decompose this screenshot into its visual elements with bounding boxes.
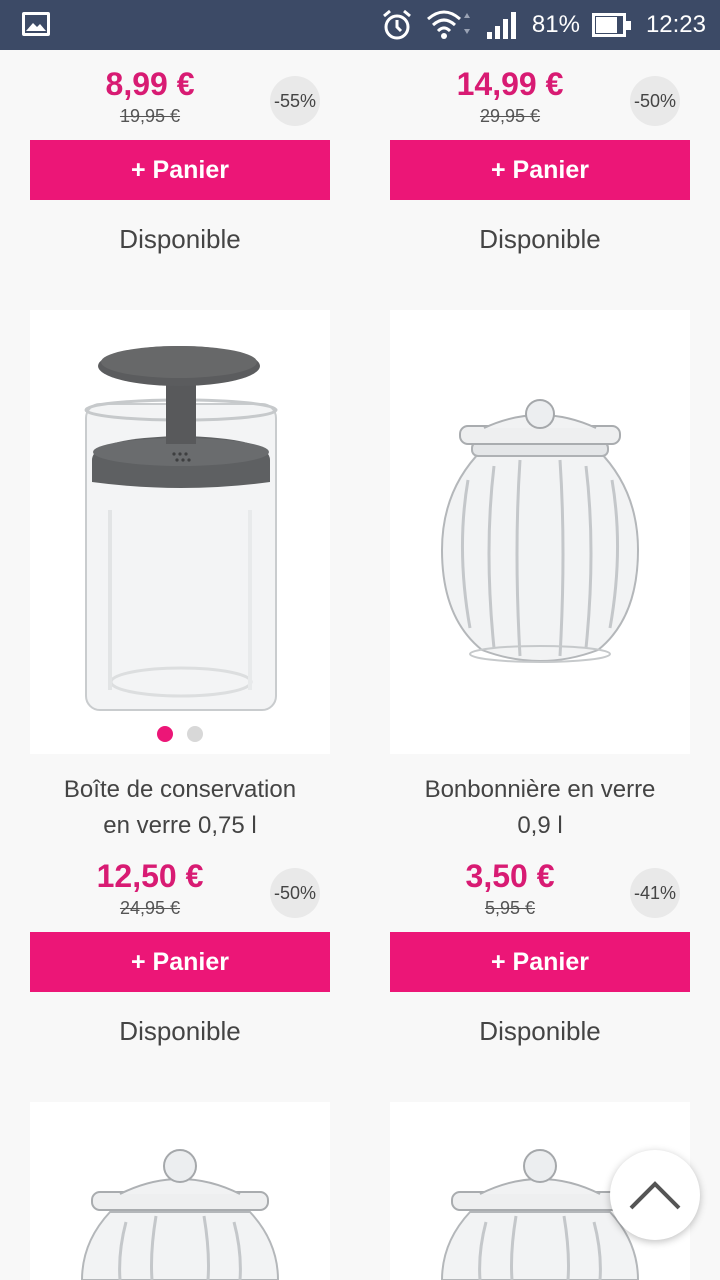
carousel-dot[interactable] <box>187 726 203 742</box>
product-name-line-1: Bonbonnière en verre <box>424 776 656 803</box>
product-old-price: 5,95 € <box>484 898 536 918</box>
discount-badge: -50% <box>630 76 680 126</box>
battery-fill <box>595 17 617 33</box>
discount-badge: -41% <box>630 868 680 918</box>
carousel-dot-active[interactable] <box>157 726 173 742</box>
availability-label: Disponible <box>119 1016 241 1046</box>
candy-jar-image <box>440 399 640 663</box>
product-name[interactable]: Boîte de conservation en verre 0,75 l <box>30 772 330 844</box>
product-price: 14,99 € <box>456 66 564 102</box>
product-image-card[interactable] <box>390 310 690 754</box>
product-old-price: 24,95 € <box>119 898 181 918</box>
add-to-cart-button[interactable]: + Panier <box>30 932 330 992</box>
product-old-price: 29,95 € <box>479 106 541 126</box>
product-card-2: 14,99 € 29,95 € -50% + Panier Disponible <box>390 66 690 254</box>
product-name-line-2: 0,9 l <box>517 812 563 839</box>
product-card-3: 12,50 € 24,95 € -50% + Panier Disponible <box>30 858 330 1046</box>
status-bar: 81% 12:23 <box>0 0 720 50</box>
product-image-card[interactable] <box>30 1102 330 1280</box>
add-to-cart-button[interactable]: + Panier <box>390 140 690 200</box>
product-name-line-2: en verre 0,75 l <box>103 812 257 839</box>
availability-label: Disponible <box>119 224 241 254</box>
chevron-up-icon <box>629 1181 681 1210</box>
battery-level: 81% <box>531 11 580 38</box>
add-to-cart-button[interactable]: + Panier <box>30 140 330 200</box>
alarm-icon <box>380 8 414 42</box>
discount-badge: -55% <box>270 76 320 126</box>
product-price: 3,50 € <box>465 858 555 894</box>
signal-icon <box>486 10 520 40</box>
storage-jar-image <box>84 346 278 711</box>
gallery-icon <box>22 12 50 36</box>
product-old-price: 19,95 € <box>119 106 181 126</box>
availability-label: Disponible <box>479 224 601 254</box>
add-to-cart-button[interactable]: + Panier <box>390 932 690 992</box>
carousel-indicator <box>30 726 330 742</box>
battery-icon <box>591 13 631 37</box>
availability-label: Disponible <box>479 1016 601 1046</box>
clock: 12:23 <box>645 11 706 38</box>
product-price: 8,99 € <box>105 66 195 102</box>
product-image-card[interactable] <box>30 310 330 754</box>
scroll-to-top-button[interactable] <box>610 1150 700 1240</box>
product-name[interactable]: Bonbonnière en verre 0,9 l <box>390 772 690 844</box>
wifi-icon <box>426 9 474 41</box>
glass-jar-image <box>80 1149 280 1280</box>
product-card-4: 3,50 € 5,95 € -41% + Panier Disponible <box>390 858 690 1046</box>
discount-badge: -50% <box>270 868 320 918</box>
product-card-1: 8,99 € 19,95 € -55% + Panier Disponible <box>30 66 330 254</box>
product-price: 12,50 € <box>96 858 204 894</box>
product-name-line-1: Boîte de conservation <box>63 776 297 803</box>
